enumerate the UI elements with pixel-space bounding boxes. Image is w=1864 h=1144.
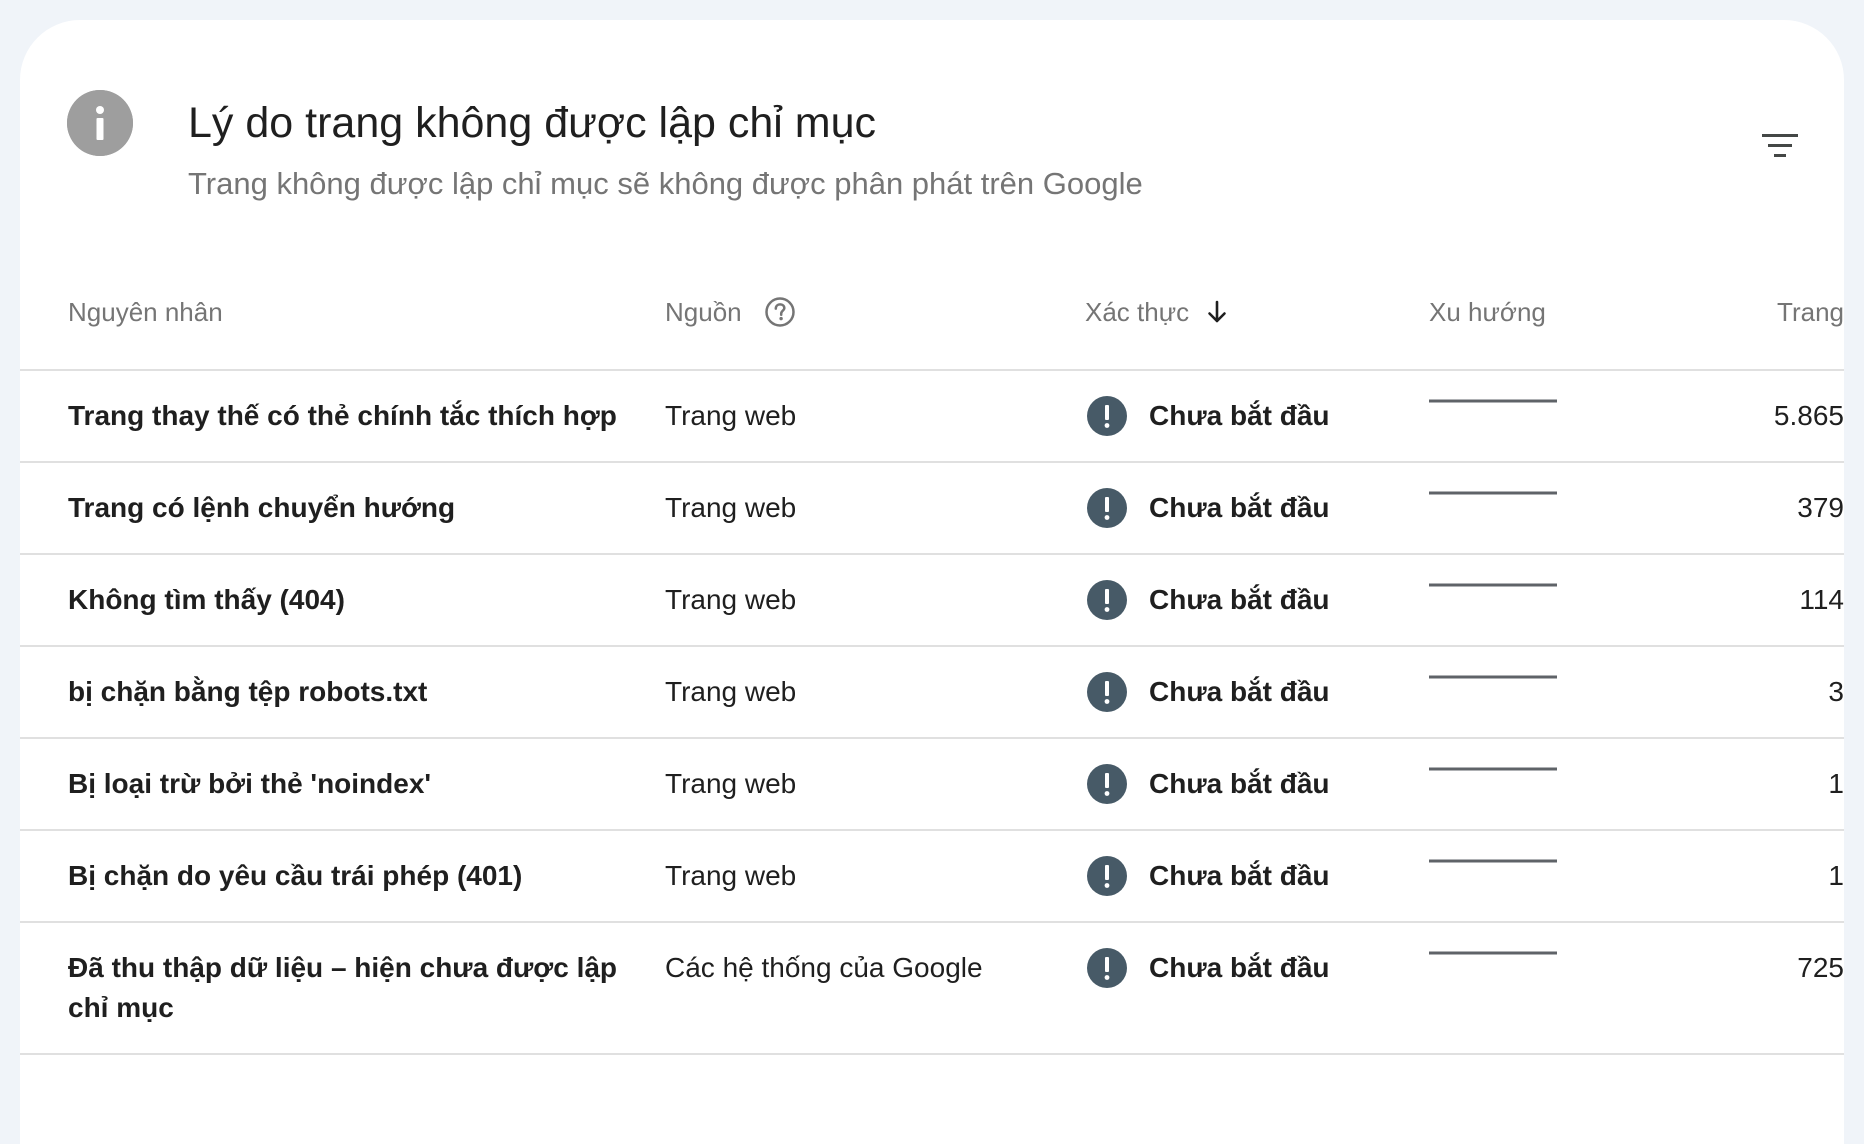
trend-sparkline <box>1429 463 1659 520</box>
pages-count: 3 <box>1828 676 1844 707</box>
trend-sparkline <box>1429 555 1659 612</box>
table-row[interactable]: bị chặn bằng tệp robots.txt Trang web Ch… <box>20 646 1844 739</box>
source-text: Trang web <box>665 400 797 431</box>
status-text: Chưa bắt đầu <box>1149 952 1330 983</box>
reason-text: Trang có lệnh chuyển hướng <box>68 492 456 523</box>
warning-icon <box>1087 764 1127 804</box>
column-header-validation[interactable]: Xác thực <box>1085 255 1429 371</box>
pages-count: 5.865 <box>1773 400 1844 431</box>
warning-icon <box>1087 488 1127 528</box>
table-row[interactable]: Không tìm thấy (404) Trang web Chưa bắt … <box>20 554 1844 647</box>
trend-sparkline <box>1429 923 1659 980</box>
source-text: Trang web <box>665 768 797 799</box>
warning-icon <box>1087 948 1127 988</box>
trend-sparkline <box>1429 371 1659 428</box>
status-text: Chưa bắt đầu <box>1149 860 1330 891</box>
card-subtitle: Trang không được lập chỉ mục sẽ không đư… <box>188 166 1143 201</box>
pages-count: 1 <box>1828 860 1844 891</box>
reason-text: Trang thay thế có thẻ chính tắc thích hợ… <box>68 400 617 431</box>
source-text: Trang web <box>665 584 797 615</box>
status-text: Chưa bắt đầu <box>1149 400 1330 431</box>
column-header-validation-label: Xác thực <box>1085 296 1190 327</box>
validation-status: Chưa bắt đầu <box>1085 739 1429 829</box>
column-header-trend-label: Xu hướng <box>1429 296 1546 327</box>
source-text: Trang web <box>665 860 797 891</box>
source-text: Trang web <box>665 676 797 707</box>
warning-icon <box>1087 672 1127 712</box>
reason-text: Đã thu thập dữ liệu – hiện chưa được lập… <box>68 952 618 1023</box>
column-header-reason-label: Nguyên nhân <box>68 296 223 327</box>
column-header-pages-label: Trang <box>1777 296 1844 327</box>
column-header-source[interactable]: Nguồn <box>665 255 1085 371</box>
reasons-table: Nguyên nhân Nguồn Xác thực Xu hướng Tran… <box>20 255 1844 1055</box>
info-icon <box>67 90 133 156</box>
validation-status: Chưa bắt đầu <box>1085 647 1429 737</box>
page-indexing-reasons-card: Lý do trang không được lập chỉ mục Trang… <box>20 20 1844 1144</box>
warning-icon <box>1087 396 1127 436</box>
status-text: Chưa bắt đầu <box>1149 492 1330 523</box>
status-text: Chưa bắt đầu <box>1149 768 1330 799</box>
filter-icon <box>1762 134 1798 157</box>
warning-icon <box>1087 580 1127 620</box>
status-text: Chưa bắt đầu <box>1149 676 1330 707</box>
arrow-down-icon <box>1203 298 1231 326</box>
pages-count: 725 <box>1797 952 1844 983</box>
reason-text: bị chặn bằng tệp robots.txt <box>68 676 428 707</box>
column-header-reason[interactable]: Nguyên nhân <box>20 255 665 371</box>
card-title: Lý do trang không được lập chỉ mục <box>188 99 877 147</box>
pages-count: 1 <box>1828 768 1844 799</box>
reason-text: Bị loại trừ bởi thẻ 'noindex' <box>68 768 432 799</box>
column-header-pages[interactable]: Trang <box>1659 255 1844 371</box>
warning-icon <box>1087 856 1127 896</box>
table-row[interactable]: Đã thu thập dữ liệu – hiện chưa được lập… <box>20 922 1844 1055</box>
trend-sparkline <box>1429 831 1659 888</box>
validation-status: Chưa bắt đầu <box>1085 831 1429 921</box>
reason-text: Bị chặn do yêu cầu trái phép (401) <box>68 860 523 891</box>
table-row[interactable]: Trang thay thế có thẻ chính tắc thích hợ… <box>20 370 1844 463</box>
table-row[interactable]: Bị chặn do yêu cầu trái phép (401) Trang… <box>20 830 1844 923</box>
table-row[interactable]: Trang có lệnh chuyển hướng Trang web Chư… <box>20 462 1844 555</box>
source-text: Các hệ thống của Google <box>665 952 983 983</box>
trend-sparkline <box>1429 647 1659 704</box>
table-row[interactable]: Bị loại trừ bởi thẻ 'noindex' Trang web … <box>20 738 1844 831</box>
status-text: Chưa bắt đầu <box>1149 584 1330 615</box>
validation-status: Chưa bắt đầu <box>1085 923 1429 1013</box>
table-header-row: Nguyên nhân Nguồn Xác thực Xu hướng Tran… <box>20 255 1844 371</box>
trend-sparkline <box>1429 739 1659 796</box>
validation-status: Chưa bắt đầu <box>1085 463 1429 553</box>
pages-count: 379 <box>1797 492 1844 523</box>
help-icon[interactable] <box>764 296 796 328</box>
filter-button[interactable] <box>1752 118 1808 174</box>
pages-count: 114 <box>1799 584 1844 615</box>
reason-text: Không tìm thấy (404) <box>68 584 345 615</box>
validation-status: Chưa bắt đầu <box>1085 371 1429 461</box>
source-text: Trang web <box>665 492 797 523</box>
validation-status: Chưa bắt đầu <box>1085 555 1429 645</box>
column-header-trend: Xu hướng <box>1429 255 1659 371</box>
column-header-source-label: Nguồn <box>665 296 742 327</box>
